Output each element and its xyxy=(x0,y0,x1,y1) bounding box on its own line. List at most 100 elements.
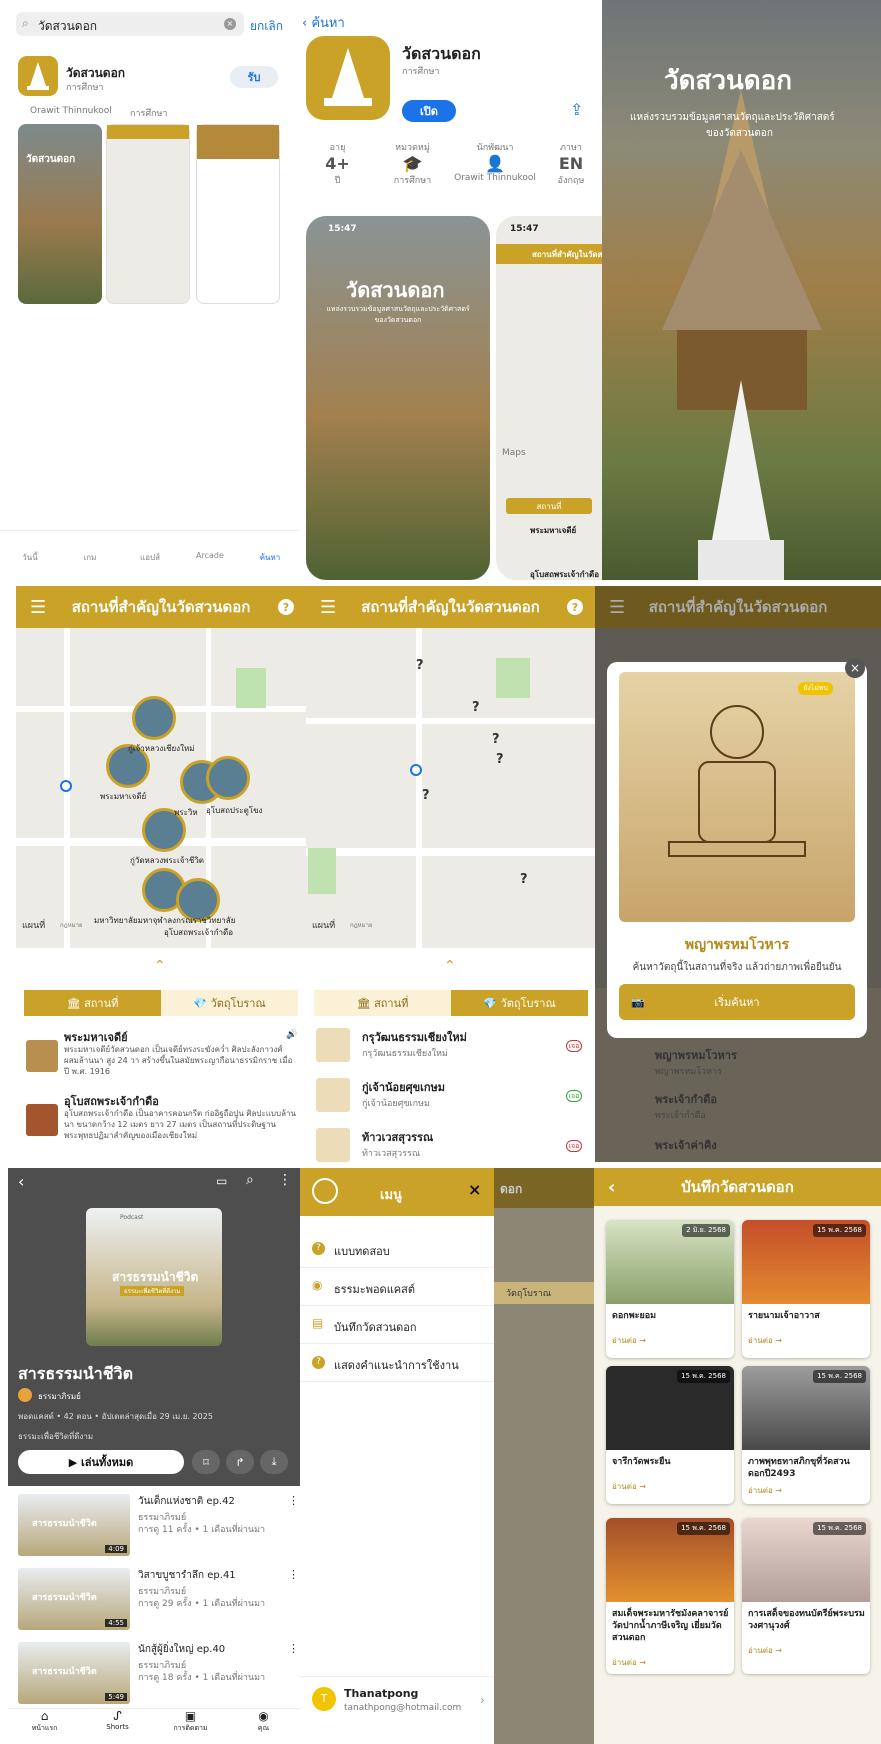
home-icon: ⌂ xyxy=(40,1709,49,1723)
channel-avatar xyxy=(18,1388,32,1402)
bottom-nav: ⌂ หน้าแรก ᔑ Shorts ▣ การติดตาม ◉ คุณ xyxy=(8,1708,300,1744)
tab-artifacts[interactable]: 💎 วัตถุโบราณ xyxy=(451,990,588,1016)
screenshot-1[interactable]: วัดสวนดอก xyxy=(18,124,102,304)
artifact-name: พญาพรหมโวหาร xyxy=(684,937,790,953)
play-all-button[interactable]: ▶ เล่นทั้งหมด xyxy=(18,1450,184,1474)
user-location-dot xyxy=(60,780,72,792)
splash-subtitle-1: แหล่งรวบรวมข้อมูลศาสนวัตถุและประวัติศาสต… xyxy=(630,112,835,123)
speaker-icon[interactable]: 🔊 xyxy=(286,1030,297,1040)
unknown-artifact-marker[interactable]: ? xyxy=(416,658,424,673)
hamburger-icon[interactable]: ☰ xyxy=(320,597,336,618)
search-icon[interactable]: ⌕ xyxy=(246,1172,254,1188)
status-badge: เจอ xyxy=(566,1090,582,1102)
clear-icon[interactable]: × xyxy=(224,18,236,30)
tab-search[interactable]: ค้นหา xyxy=(240,531,300,580)
panel-side-menu: ดอก วัตถุโบราณ เมนู × ? แบบทดสอบ ◉ ธรรมะพอ… xyxy=(300,1168,594,1744)
episode-thumbnail: สารธรรมนำชีวิต 4:09 xyxy=(18,1494,130,1556)
nav-subscriptions[interactable]: ▣ การติดตาม xyxy=(154,1709,227,1744)
chevron-up-icon[interactable]: ⌃ xyxy=(154,958,166,974)
back-icon[interactable]: ‹ xyxy=(608,1177,615,1198)
list-item[interactable]: ท้าวเวสสุวรรณ ท้าวเวสสุวรรณ เจอ xyxy=(306,1126,595,1162)
channel-name[interactable]: ธรรมาภิรมย์ xyxy=(38,1390,81,1403)
list-item[interactable]: สารธรรมนำชีวิต 4:09 วันเด็กแห่งชาติ ep.42… xyxy=(8,1494,300,1564)
back-link[interactable]: ‹ ค้นหา xyxy=(302,12,345,33)
side-drawer: เมนู × ? แบบทดสอบ ◉ ธรรมะพอดแคสต์ ▤ บันทึกว… xyxy=(300,1168,494,1744)
unknown-artifact-marker[interactable]: ? xyxy=(472,700,480,715)
journal-card[interactable]: 2 มิ.ย. 2568 ดอกพะยอม อ่านต่อ → xyxy=(606,1220,734,1358)
app-category: การศึกษา xyxy=(66,83,104,93)
museum-icon: 🏛 xyxy=(66,996,85,1010)
get-button[interactable]: รับ xyxy=(230,66,278,88)
menu-item-journal[interactable]: ▤ บันทึกวัดสวนดอก xyxy=(300,1308,494,1344)
nav-shorts[interactable]: ᔑ Shorts xyxy=(81,1709,154,1744)
help-icon[interactable]: ? xyxy=(278,599,294,615)
screenshot-2[interactable] xyxy=(106,124,190,304)
open-button[interactable]: เปิด xyxy=(402,100,456,122)
nav-you[interactable]: ◉ คุณ xyxy=(227,1709,300,1744)
list-item[interactable]: กรุวัฒนธรรมเชียงใหม่ กรุวัฒนธรรมเชียงใหม… xyxy=(306,1026,595,1072)
tab-arcade[interactable]: Arcade xyxy=(180,531,240,580)
journal-card[interactable]: 15 พ.ค. 2568 จารึกวัดพระยืน อ่านต่อ → xyxy=(606,1366,734,1504)
app-logo-icon xyxy=(312,1178,338,1204)
gem-icon: 💎 xyxy=(193,996,211,1010)
share-icon[interactable]: ⇪ xyxy=(570,100,583,119)
splash-title: วัดสวนดอก xyxy=(664,66,792,96)
journal-card[interactable]: 15 พ.ค. 2568 สมเด็จพระมหารัชมังคลาจารย์ ว… xyxy=(606,1518,734,1674)
not-found-tag: ยังไม่พบ xyxy=(798,682,833,695)
subscriptions-icon: ▣ xyxy=(184,1709,197,1723)
nav-home[interactable]: ⌂ หน้าแรก xyxy=(8,1709,81,1744)
list-item[interactable]: กู่เจ้าน้อยศุขเกษม กู่เจ้าน้อยศุขเกษม เจ… xyxy=(306,1076,595,1122)
phone-screenshot-1[interactable]: 15:47 วัดสวนดอก แหล่งรวบรวมข้อมูลศาสนวัต… xyxy=(306,216,490,580)
close-icon[interactable]: × xyxy=(845,658,865,678)
episode-thumbnail: สารธรรมนำชีวิต 4:55 xyxy=(18,1568,130,1630)
tab-apps[interactable]: แอปส์ xyxy=(120,531,180,580)
cancel-link[interactable]: ยกเลิก xyxy=(250,17,283,36)
menu-item-podcast[interactable]: ◉ ธรรมะพอดแคสต์ xyxy=(300,1270,494,1306)
download-button[interactable]: ⤓ xyxy=(260,1450,288,1474)
menu-item-quiz[interactable]: ? แบบทดสอบ xyxy=(300,1232,494,1268)
app-category: การศึกษา xyxy=(402,67,440,77)
journal-card[interactable]: 15 พ.ค. 2568 การเสด็จของทนบัตรีย์พระบรมวง… xyxy=(742,1518,870,1674)
tab-places[interactable]: 🏛 สถานที่ xyxy=(314,990,451,1016)
avatar: T xyxy=(312,1687,336,1711)
more-icon[interactable]: ⋮ xyxy=(288,1568,299,1581)
tab-games[interactable]: เกม xyxy=(60,531,120,580)
help-icon[interactable]: ? xyxy=(567,599,583,615)
unknown-artifact-marker[interactable]: ? xyxy=(520,872,528,887)
info-strip: อายุ 4+ ปี หมวดหมู่ 🎓 การศึกษา นักพัฒนา 👤 Oraw… xyxy=(325,143,585,186)
journal-card[interactable]: 15 พ.ค. 2568 ภาพพุทธทาสภิกขุที่วัดสวนดอกป… xyxy=(742,1366,870,1504)
app-icon[interactable] xyxy=(18,56,58,96)
hamburger-icon[interactable]: ☰ xyxy=(30,597,46,618)
unknown-artifact-marker[interactable]: ? xyxy=(422,788,430,803)
menu-item-guide[interactable]: ? แสดงคำแนะนำการใช้งาน xyxy=(300,1346,494,1382)
unknown-artifact-marker[interactable]: ? xyxy=(492,732,500,747)
tab-today[interactable]: วันนี้ xyxy=(0,531,60,580)
close-icon[interactable]: × xyxy=(468,1180,481,1199)
start-search-button[interactable]: 📷 เริ่มค้นหา xyxy=(619,984,855,1020)
cast-icon[interactable]: ▭ xyxy=(216,1174,227,1188)
save-button[interactable]: ⌑ xyxy=(192,1450,220,1474)
map-view[interactable]: ? ? ? ? ? ? แผนที่ กฎหมาย xyxy=(306,628,595,948)
tab-artifacts[interactable]: 💎 วัตถุโบราณ xyxy=(161,990,298,1016)
list-item[interactable]: อุโบสถพระเจ้ากำดือ อุโบสถพระเจ้ากำดือ เป… xyxy=(16,1092,306,1152)
more-icon[interactable]: ⋮ xyxy=(288,1494,299,1507)
map-pin-ku-chao-luang[interactable] xyxy=(132,696,176,740)
list-item[interactable]: พระมหาเจดีย์ 🔊 พระมหาเจดีย์วัดสวนดอก เป็… xyxy=(16,1028,306,1088)
phone-screenshot-2[interactable]: 15:47 สถานที่สำคัญในวัดสวนดอก Maps สถานท… xyxy=(496,216,602,580)
chevron-up-icon[interactable]: ⌃ xyxy=(444,958,456,974)
map-view[interactable]: กู่เจ้าหลวงเชียงใหม่ พระมหาเจดีย์ พระวิห… xyxy=(16,628,306,948)
more-icon[interactable]: ⋮ xyxy=(278,1172,292,1188)
list-item[interactable]: สารธรรมนำชีวิต 4:55 วิสาขบูชารำลึก ep.41 … xyxy=(8,1568,300,1638)
tab-places[interactable]: 🏛 สถานที่ xyxy=(24,990,161,1016)
artifact-image: ยังไม่พบ xyxy=(619,672,855,922)
unknown-artifact-marker[interactable]: ? xyxy=(496,752,504,767)
panel-appstore-search: ⌕ วัดสวนดอก × ยกเลิก วัดสวนดอก การศึกษา … xyxy=(0,0,300,580)
screenshot-3[interactable] xyxy=(196,124,280,304)
more-icon[interactable]: ⋮ xyxy=(288,1642,299,1655)
user-profile[interactable]: T Thanatpong tanathpong@hotmail.com › xyxy=(300,1676,494,1726)
map-pin-ubosot-pratu-khong[interactable] xyxy=(206,756,250,800)
list-item[interactable]: สารธรรมนำชีวิต 5:49 นักสู้ผู้ยิ่งใหญ่ ep.… xyxy=(8,1642,300,1712)
share-button[interactable]: ↱ xyxy=(226,1450,254,1474)
journal-card[interactable]: 15 พ.ค. 2568 รายนามเจ้าอาวาส อ่านต่อ → xyxy=(742,1220,870,1358)
back-icon[interactable]: ‹ xyxy=(18,1172,24,1191)
